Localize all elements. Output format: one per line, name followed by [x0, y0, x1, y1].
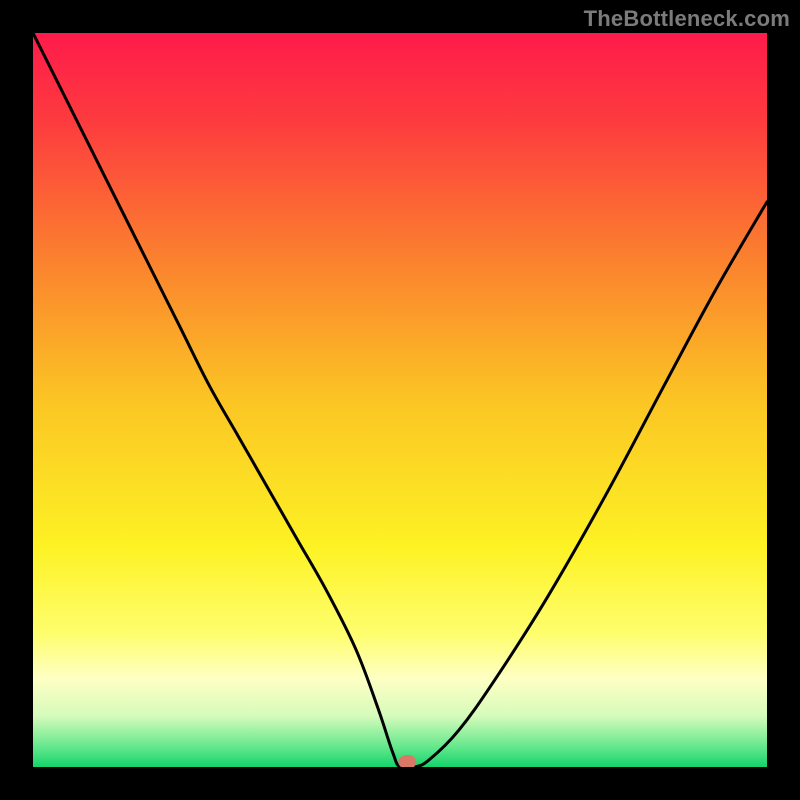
bottleneck-chart	[33, 33, 767, 767]
plot-area	[33, 33, 767, 767]
chart-frame: TheBottleneck.com	[0, 0, 800, 800]
attribution-text: TheBottleneck.com	[584, 6, 790, 32]
